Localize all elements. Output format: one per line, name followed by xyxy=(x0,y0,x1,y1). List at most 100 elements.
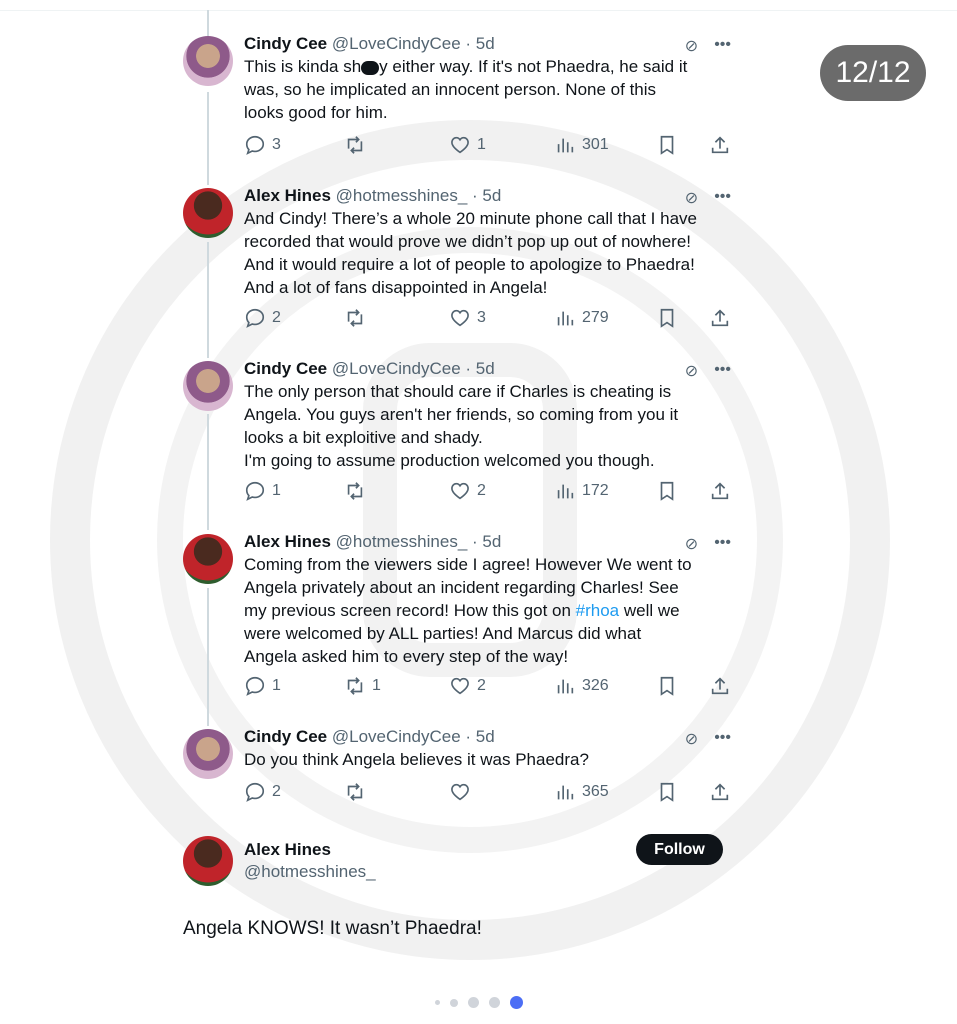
grok-icon[interactable]: ⊘ xyxy=(685,361,698,381)
retweet-button[interactable] xyxy=(344,781,372,803)
grok-icon[interactable]: ⊘ xyxy=(685,188,698,208)
bookmark-icon xyxy=(660,676,674,696)
bookmark-button[interactable] xyxy=(656,134,678,156)
more-options-icon[interactable]: ••• xyxy=(714,36,731,56)
author-handle[interactable]: @LoveCindyCee xyxy=(332,34,461,53)
author-name[interactable]: Cindy Cee xyxy=(244,727,327,746)
like-button[interactable] xyxy=(449,781,477,803)
reply-button[interactable]: 2 xyxy=(244,781,281,803)
tweet-header: Cindy Cee @LoveCindyCee · 5d xyxy=(244,727,495,746)
tweet-header: Alex Hines @hotmesshines_ · 5d xyxy=(244,532,502,551)
tweet-text: Do you think Angela believes it was Phae… xyxy=(244,750,589,769)
grok-icon[interactable]: ⊘ xyxy=(685,36,698,56)
share-icon xyxy=(711,136,729,154)
reply-icon xyxy=(245,676,265,696)
author-handle[interactable]: @hotmesshines_ xyxy=(336,532,468,551)
heart-icon xyxy=(451,309,469,327)
bookmark-button[interactable] xyxy=(656,307,678,329)
like-button[interactable]: 2 xyxy=(449,675,486,697)
author-handle[interactable]: @hotmesshines_ xyxy=(244,862,376,882)
retweet-icon xyxy=(347,309,363,327)
like-button[interactable]: 1 xyxy=(449,134,486,156)
author-handle[interactable]: @LoveCindyCee xyxy=(332,359,461,378)
redaction-mark xyxy=(361,60,380,75)
carousel-indicator xyxy=(0,996,957,1009)
views-icon xyxy=(557,484,574,499)
views-icon xyxy=(557,679,574,694)
more-options-icon[interactable]: ••• xyxy=(714,361,731,381)
like-button[interactable]: 3 xyxy=(449,307,486,329)
reply-icon xyxy=(245,135,265,155)
action-bar: 2 365 xyxy=(244,781,734,805)
tweet-text: The only person that should care if Char… xyxy=(244,382,679,470)
views-button[interactable]: 301 xyxy=(554,134,609,156)
tweet-age[interactable]: 5d xyxy=(482,186,501,205)
avatar[interactable] xyxy=(183,36,233,86)
author-handle[interactable]: @LoveCindyCee xyxy=(332,727,461,746)
views-button[interactable]: 279 xyxy=(554,307,609,329)
share-button[interactable] xyxy=(709,480,731,502)
thread-line xyxy=(207,588,209,726)
author-handle[interactable]: @hotmesshines_ xyxy=(336,186,468,205)
retweet-button[interactable]: 1 xyxy=(344,675,381,697)
author-name[interactable]: Cindy Cee xyxy=(244,34,327,53)
carousel-dot[interactable] xyxy=(488,997,500,1008)
share-button[interactable] xyxy=(709,134,731,156)
thread-line xyxy=(207,10,209,36)
like-button[interactable]: 2 xyxy=(449,480,486,502)
more-options-icon[interactable]: ••• xyxy=(714,188,731,208)
avatar[interactable] xyxy=(183,729,233,779)
carousel-dot[interactable] xyxy=(449,998,458,1007)
more-options-icon[interactable]: ••• xyxy=(714,534,731,554)
avatar[interactable] xyxy=(183,361,233,411)
bookmark-icon xyxy=(660,135,674,155)
header-icons: ⊘ ••• xyxy=(685,361,731,381)
avatar[interactable] xyxy=(183,188,233,238)
bookmark-button[interactable] xyxy=(656,781,678,803)
tweet-age[interactable]: 5d xyxy=(476,727,495,746)
author-name[interactable]: Alex Hines xyxy=(244,186,331,205)
tweet-age[interactable]: 5d xyxy=(476,359,495,378)
reply-button[interactable]: 2 xyxy=(244,307,281,329)
tweet-age[interactable]: 5d xyxy=(482,532,501,551)
retweet-button[interactable] xyxy=(344,480,372,502)
retweet-button[interactable] xyxy=(344,307,372,329)
grok-icon[interactable]: ⊘ xyxy=(685,729,698,749)
carousel-dot[interactable] xyxy=(434,1000,440,1005)
tweet-age[interactable]: 5d xyxy=(476,34,495,53)
heart-icon xyxy=(451,136,469,154)
bookmark-icon xyxy=(660,481,674,501)
views-button[interactable]: 326 xyxy=(554,675,609,697)
share-icon xyxy=(711,482,729,500)
hashtag-link[interactable]: #rhoa xyxy=(576,601,619,620)
reply-icon xyxy=(245,481,265,501)
share-button[interactable] xyxy=(709,307,731,329)
bookmark-icon xyxy=(660,782,674,802)
bookmark-button[interactable] xyxy=(656,675,678,697)
bookmark-button[interactable] xyxy=(656,480,678,502)
avatar[interactable] xyxy=(183,836,233,886)
grok-icon[interactable]: ⊘ xyxy=(685,534,698,554)
share-icon xyxy=(711,783,729,801)
follow-button[interactable]: Follow xyxy=(636,834,723,865)
tweet-text: Coming from the viewers side I agree! Ho… xyxy=(244,555,692,666)
author-name[interactable]: Cindy Cee xyxy=(244,359,327,378)
views-button[interactable]: 365 xyxy=(554,781,609,803)
carousel-dot-active[interactable] xyxy=(509,996,523,1009)
share-button[interactable] xyxy=(709,781,731,803)
views-icon xyxy=(557,311,574,326)
author-name[interactable]: Alex Hines xyxy=(244,840,331,860)
action-bar: 1 2 172 xyxy=(244,480,734,504)
avatar[interactable] xyxy=(183,534,233,584)
more-options-icon[interactable]: ••• xyxy=(714,729,731,749)
share-button[interactable] xyxy=(709,675,731,697)
carousel-dot[interactable] xyxy=(467,997,479,1008)
retweet-button[interactable] xyxy=(344,134,372,156)
thread-line xyxy=(207,414,209,530)
header-icons: ⊘ ••• xyxy=(685,534,731,554)
reply-button[interactable]: 3 xyxy=(244,134,281,156)
views-button[interactable]: 172 xyxy=(554,480,609,502)
author-name[interactable]: Alex Hines xyxy=(244,532,331,551)
reply-button[interactable]: 1 xyxy=(244,480,281,502)
reply-button[interactable]: 1 xyxy=(244,675,281,697)
